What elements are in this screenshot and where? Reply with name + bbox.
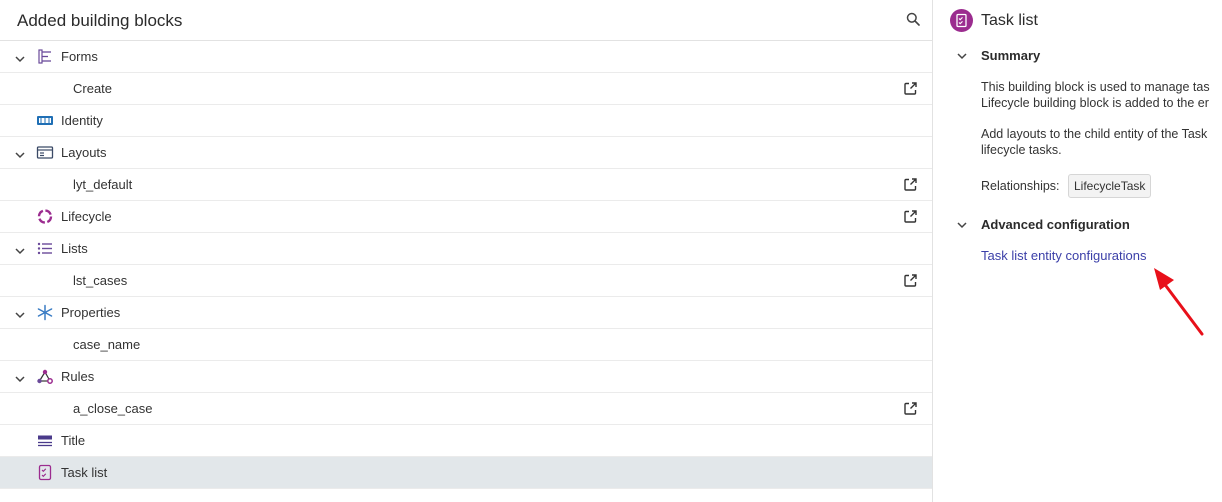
tree-row-label: lyt_default <box>73 177 133 192</box>
lists-icon <box>36 240 54 257</box>
advanced-config-heading[interactable]: Advanced configuration <box>981 217 1130 232</box>
tree-row-identity[interactable]: Identity <box>0 105 932 137</box>
details-panel: Task list Summary This building block is… <box>933 0 1222 502</box>
search-icon[interactable] <box>906 12 920 26</box>
title-icon <box>36 432 54 449</box>
building-blocks-tree: Forms Create Identity Layouts lyt_default Lif… <box>0 41 932 489</box>
open-external-icon[interactable] <box>903 273 918 288</box>
tree-row-title[interactable]: Title <box>0 425 932 457</box>
red-arrow-annotation <box>1154 268 1204 336</box>
tree-row-label: Forms <box>61 49 98 64</box>
open-external-icon[interactable] <box>903 81 918 96</box>
open-external-icon[interactable] <box>903 401 918 416</box>
building-blocks-panel: Added building blocks Forms Create Identit… <box>0 0 933 502</box>
tree-row-label: Identity <box>61 113 103 128</box>
summary-text-2: Add layouts to the child entity of the T… <box>981 126 1222 158</box>
tree-row-label: Properties <box>61 305 121 320</box>
tree-row-label: Create <box>73 81 113 96</box>
tree-row-label: Lists <box>61 241 88 256</box>
chevron-down-icon[interactable] <box>14 372 26 383</box>
summary-line: lifecycle tasks. <box>981 143 1062 157</box>
identity-icon <box>36 112 54 129</box>
tree-row-label: a_close_case <box>73 401 153 416</box>
chevron-down-icon[interactable] <box>956 51 968 61</box>
tree-row-layouts[interactable]: Layouts <box>0 137 932 169</box>
open-external-icon[interactable] <box>903 177 918 192</box>
details-title: Task list <box>981 12 1038 29</box>
tree-row-a-close-case[interactable]: a_close_case <box>0 393 932 425</box>
tree-row-label: Layouts <box>61 145 107 160</box>
chevron-down-icon[interactable] <box>14 52 26 63</box>
task-list-icon <box>950 9 973 32</box>
tree-row-lists[interactable]: Lists <box>0 233 932 265</box>
forms-icon <box>36 48 54 65</box>
tree-row-label: lst_cases <box>73 273 128 288</box>
tree-row-rules[interactable]: Rules <box>0 361 932 393</box>
entity-configurations-link[interactable]: Task list entity configurations <box>981 248 1146 263</box>
open-external-icon[interactable] <box>903 209 918 224</box>
tree-row-label: Title <box>61 433 86 448</box>
tree-row-label: Lifecycle <box>61 209 112 224</box>
rules-icon <box>36 368 54 385</box>
layouts-icon <box>36 144 54 161</box>
tree-row-lst-cases[interactable]: lst_cases <box>0 265 932 297</box>
relationships-label: Relationships: <box>981 179 1060 193</box>
tree-row-forms[interactable]: Forms <box>0 41 932 73</box>
relationship-chip[interactable]: LifecycleTask <box>1068 174 1152 198</box>
chevron-down-icon[interactable] <box>14 244 26 255</box>
summary-line: Add layouts to the child entity of the T… <box>981 127 1208 141</box>
summary-heading[interactable]: Summary <box>981 48 1040 63</box>
panel-header: Added building blocks <box>0 0 932 41</box>
panel-title: Added building blocks <box>17 11 183 30</box>
tree-row-lyt-default[interactable]: lyt_default <box>0 169 932 201</box>
tree-row-create[interactable]: Create <box>0 73 932 105</box>
tree-row-label: case_name <box>73 337 141 352</box>
summary-text: This building block is used to manage ta… <box>981 79 1222 111</box>
tree-row-label: Task list <box>61 465 108 480</box>
chevron-down-icon[interactable] <box>14 308 26 319</box>
properties-icon <box>36 304 54 321</box>
tree-row-properties[interactable]: Properties <box>0 297 932 329</box>
chevron-down-icon[interactable] <box>956 220 968 230</box>
tree-row-case-name[interactable]: case_name <box>0 329 932 361</box>
lifecycle-icon <box>36 208 54 225</box>
tree-row-lifecycle[interactable]: Lifecycle <box>0 201 932 233</box>
task-list-icon <box>36 464 54 481</box>
tree-row-task-list[interactable]: Task list <box>0 457 932 489</box>
summary-line: Lifecycle building block is added to the… <box>981 96 1209 110</box>
tree-row-label: Rules <box>61 369 95 384</box>
summary-line: This building block is used to manage ta… <box>981 80 1210 94</box>
chevron-down-icon[interactable] <box>14 148 26 159</box>
